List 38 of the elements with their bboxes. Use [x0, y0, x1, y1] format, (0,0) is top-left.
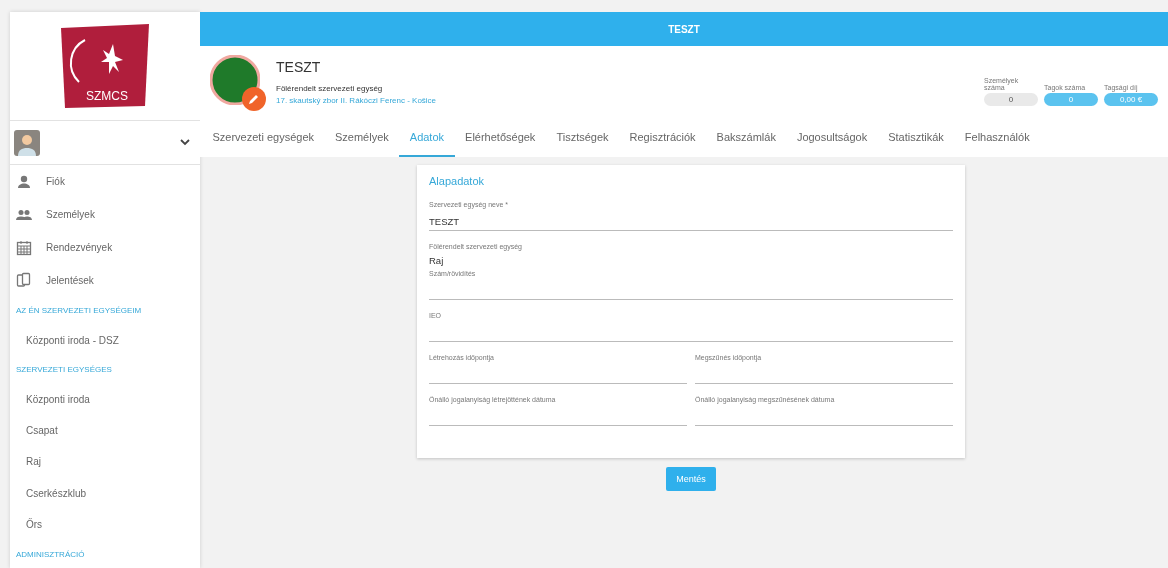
tab[interactable]: Tisztségek	[545, 118, 620, 157]
docs-icon	[16, 272, 32, 289]
sidebar-item[interactable]: Cserkészklub	[26, 487, 87, 499]
edit-icon[interactable]	[242, 87, 266, 111]
header-bar: TESZT	[200, 12, 1168, 46]
sidebar-item[interactable]: Rendezvények	[46, 242, 113, 254]
unit-avatar-icon	[210, 55, 260, 105]
field-value: Raj	[429, 255, 445, 266]
stat-value: 0,00 €	[1104, 92, 1158, 106]
tab[interactable]: Regisztrációk	[619, 118, 707, 157]
stat-value: 0	[984, 92, 1038, 106]
sidebar-item[interactable]: Őrs	[26, 519, 43, 531]
tab[interactable]: Bakszámlák	[706, 118, 787, 157]
tab[interactable]: Felhasználók	[954, 118, 1041, 157]
sidebar-heading: AZ ÉN SZERVEZETI EGYSÉGEIM	[16, 306, 142, 316]
tab[interactable]: Elérhetőségek	[454, 118, 546, 157]
sidebar-item[interactable]: Személyek	[46, 209, 95, 221]
sidebar-item[interactable]: Raj	[26, 456, 41, 468]
input-field[interactable]: TESZT	[429, 213, 953, 231]
sidebar-item[interactable]: Jelentések	[46, 274, 94, 286]
person-icon	[16, 173, 32, 190]
user-avatar-icon[interactable]	[14, 129, 40, 156]
stat-value: 0	[1044, 92, 1098, 106]
tab[interactable]: Személyek	[324, 118, 400, 157]
sidebar-heading: ADMINISZTRÁCIÓ	[16, 549, 85, 559]
sidebar-item[interactable]: Fiók	[46, 176, 65, 188]
unit-name: TESZT	[276, 59, 322, 75]
sidebar-heading: SZERVEZETI EGYSÉGES	[16, 365, 112, 375]
sidebar-item[interactable]: Központi iroda - DSZ	[26, 334, 119, 346]
tab[interactable]: Jogosultságok	[786, 118, 878, 157]
sidebar-item[interactable]: Központi iroda	[26, 393, 90, 405]
tab[interactable]: Statisztikák	[877, 118, 955, 157]
card-title: Alapadatok	[429, 175, 486, 187]
parent-unit-label: Fölérendelt szervezeti egység	[276, 84, 384, 93]
calendar-icon	[16, 239, 32, 256]
sidebar-item[interactable]: Csapat	[26, 425, 58, 436]
chevron-down-icon[interactable]	[180, 139, 190, 147]
tab[interactable]: Szervezeti egységek	[202, 118, 325, 157]
